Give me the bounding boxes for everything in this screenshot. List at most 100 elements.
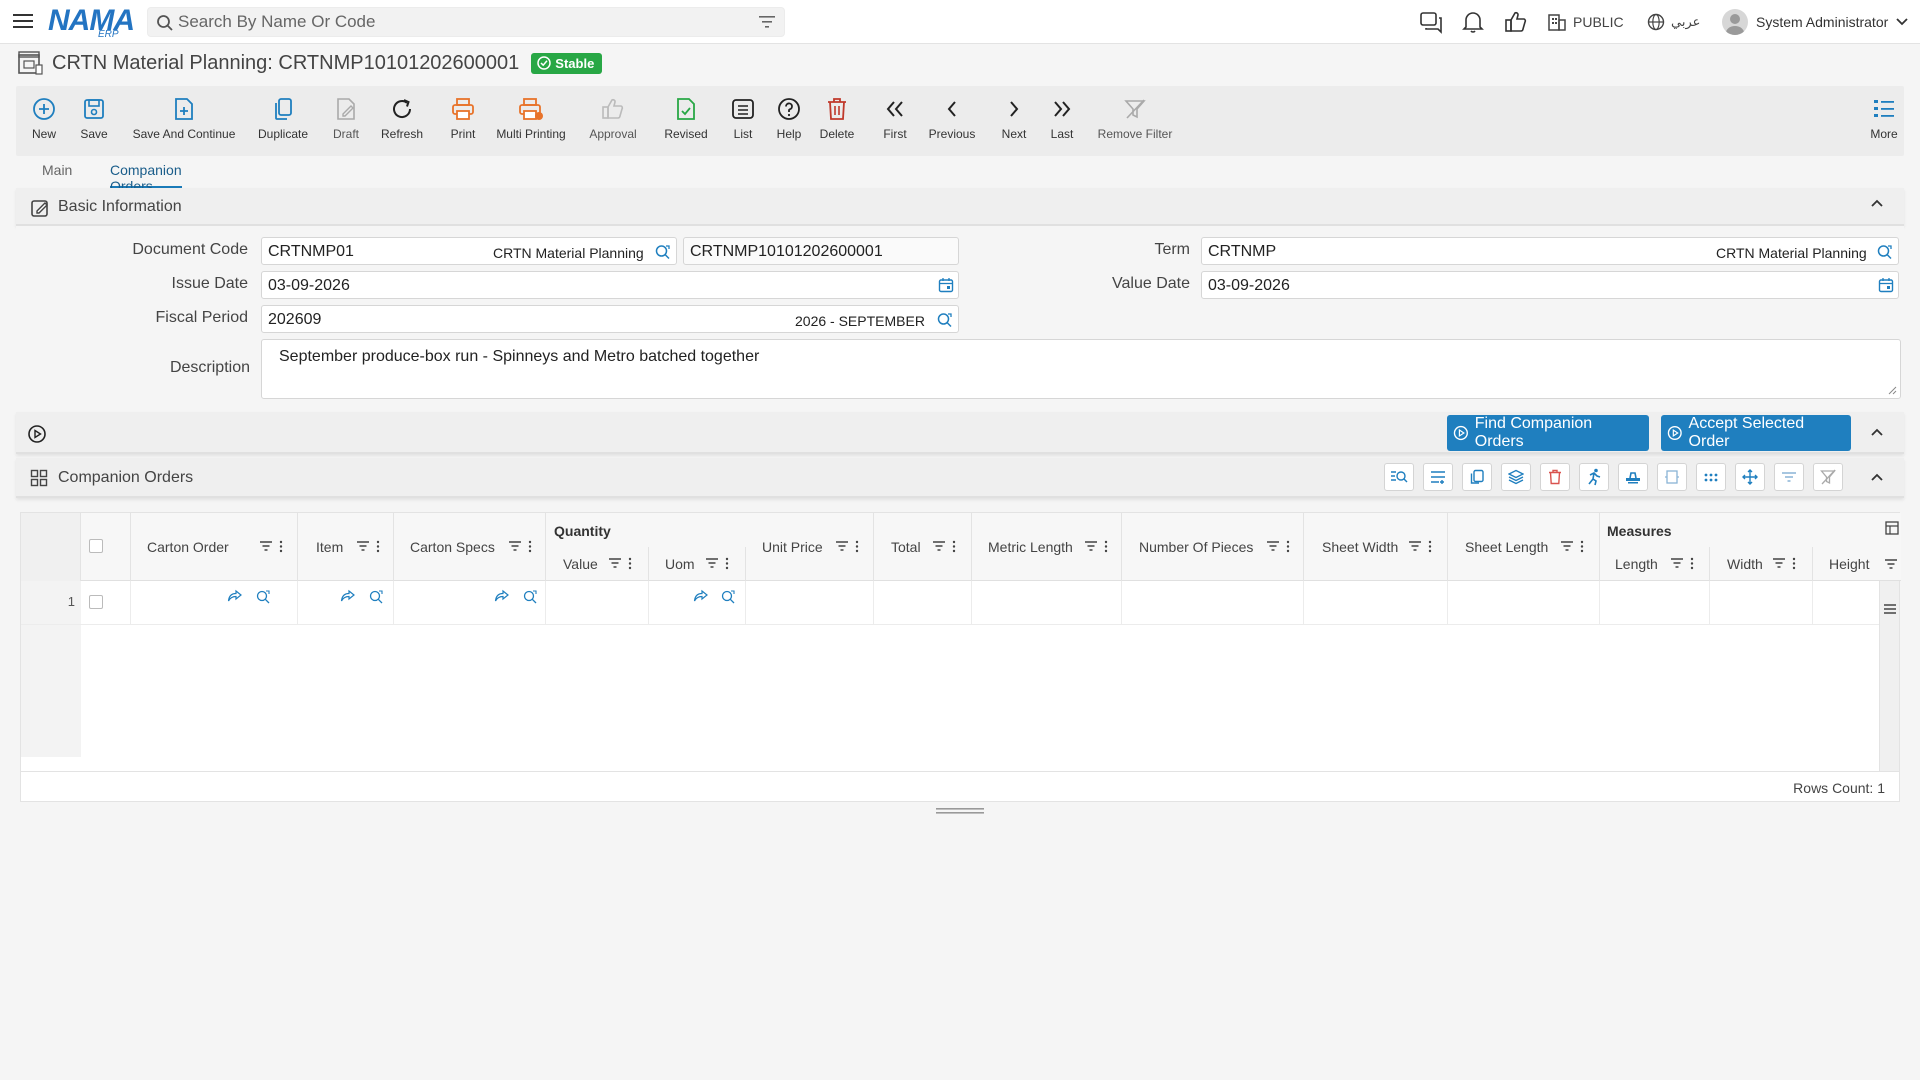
column-sheet-length[interactable]: Sheet Length — [1448, 513, 1600, 581]
column-total[interactable]: Total — [874, 513, 972, 581]
column-filter-icon[interactable] — [1560, 540, 1588, 554]
chat-icon[interactable] — [1419, 10, 1443, 34]
column-carton-specs[interactable]: Carton Specs — [394, 513, 546, 581]
measures-height-cell[interactable] — [1813, 581, 1881, 625]
save-button[interactable]: Save — [76, 86, 112, 156]
duplicate-button[interactable]: Duplicate — [256, 86, 310, 156]
column-measures-width[interactable]: Width — [1710, 547, 1813, 581]
language-switch[interactable]: عربي — [1647, 10, 1700, 34]
find-companion-orders-button[interactable]: Find Companion Orders — [1447, 415, 1649, 451]
grid-delete-button[interactable] — [1540, 463, 1570, 491]
document-number-field[interactable]: CRTNMP10101202600001 — [683, 237, 959, 265]
term-field[interactable]: CRTNMP CRTN Material Planning — [1201, 237, 1899, 265]
lookup-search-icon[interactable] — [522, 589, 538, 605]
lookup-search-icon[interactable] — [720, 589, 736, 605]
row-checkbox[interactable] — [89, 595, 103, 609]
grid-stamp-button[interactable] — [1618, 463, 1648, 491]
column-filter-icon[interactable] — [705, 557, 733, 571]
column-metric-length[interactable]: Metric Length — [972, 513, 1122, 581]
more-button[interactable]: More — [1868, 86, 1900, 156]
column-filter-icon[interactable] — [1408, 540, 1436, 554]
lookup-search-icon[interactable] — [654, 243, 672, 261]
resize-splitter-icon[interactable] — [936, 808, 984, 814]
lookup-search-icon[interactable] — [368, 589, 384, 605]
select-all-checkbox[interactable] — [89, 539, 103, 553]
thumbs-up-icon[interactable] — [1504, 10, 1528, 34]
header-filter-icon[interactable] — [1884, 558, 1898, 570]
calendar-icon[interactable] — [938, 277, 954, 293]
number-of-pieces-cell[interactable] — [1122, 581, 1304, 625]
column-filter-icon[interactable] — [835, 540, 863, 554]
share-icon[interactable] — [227, 589, 243, 603]
grid-layers-button[interactable] — [1501, 463, 1531, 491]
column-filter-icon[interactable] — [1084, 540, 1112, 554]
quantity-value-cell[interactable] — [546, 581, 649, 625]
grid-filter-button[interactable] — [1774, 463, 1804, 491]
help-button[interactable]: Help — [772, 86, 806, 156]
vertical-scrollbar[interactable] — [1879, 581, 1899, 771]
nama-logo[interactable]: NAMA ERP — [48, 4, 135, 40]
carton-specs-cell[interactable] — [394, 581, 546, 625]
last-button[interactable]: Last — [1045, 86, 1079, 156]
multi-printing-button[interactable]: Multi Printing — [494, 86, 568, 156]
print-button[interactable]: Print — [445, 86, 481, 156]
column-quantity-uom[interactable]: Uom — [649, 547, 746, 581]
column-item[interactable]: Item — [298, 513, 394, 581]
sheet-width-cell[interactable] — [1304, 581, 1448, 625]
column-measures-height[interactable]: Height — [1813, 547, 1881, 581]
issue-date-field[interactable]: 03-09-2026 — [261, 271, 959, 299]
save-and-continue-button[interactable]: Save And Continue — [130, 86, 238, 156]
document-code-field[interactable]: CRTNMP01 CRTN Material Planning — [261, 237, 677, 265]
grid-copy-button[interactable] — [1462, 463, 1492, 491]
column-quantity-value[interactable]: Value — [546, 547, 649, 581]
item-cell[interactable] — [298, 581, 394, 625]
share-icon[interactable] — [340, 589, 356, 603]
sheet-length-cell[interactable] — [1448, 581, 1600, 625]
measures-length-cell[interactable] — [1600, 581, 1710, 625]
chevron-up-icon[interactable] — [1870, 472, 1884, 482]
accept-selected-order-button[interactable]: Accept Selected Order — [1661, 415, 1851, 451]
column-filter-icon[interactable] — [1266, 540, 1294, 554]
delete-button[interactable]: Delete — [816, 86, 858, 156]
total-cell[interactable] — [874, 581, 972, 625]
column-filter-icon[interactable] — [356, 540, 384, 554]
share-icon[interactable] — [494, 589, 510, 603]
share-icon[interactable] — [693, 589, 709, 603]
value-date-field[interactable]: 03-09-2026 — [1201, 271, 1899, 299]
grid-remove-filter-button[interactable] — [1813, 463, 1843, 491]
unit-price-cell[interactable] — [746, 581, 874, 625]
column-carton-order[interactable]: Carton Order — [131, 513, 298, 581]
grid-fit-width-button[interactable] — [1657, 463, 1687, 491]
next-button[interactable]: Next — [997, 86, 1031, 156]
new-button[interactable]: New — [26, 86, 62, 156]
grid-add-row-button[interactable] — [1423, 463, 1453, 491]
play-circle-icon[interactable] — [27, 424, 47, 444]
search-input[interactable] — [178, 11, 738, 33]
lookup-search-icon[interactable] — [1876, 243, 1894, 261]
column-unit-price[interactable]: Unit Price — [746, 513, 874, 581]
list-button[interactable]: List — [726, 86, 760, 156]
measures-width-cell[interactable] — [1710, 581, 1813, 625]
row-menu-icon[interactable] — [1883, 603, 1897, 615]
description-textarea[interactable]: September produce-box run - Spinneys and… — [261, 339, 1901, 399]
column-measures-length[interactable]: Length — [1600, 547, 1710, 581]
basic-information-header[interactable]: Basic Information — [16, 188, 1904, 226]
draft-button[interactable]: Draft — [328, 86, 364, 156]
lookup-search-icon[interactable] — [936, 311, 954, 329]
carton-order-cell[interactable] — [131, 581, 298, 625]
approval-button[interactable]: Approval — [586, 86, 640, 156]
menu-icon[interactable] — [12, 11, 36, 33]
column-number-of-pieces[interactable]: Number Of Pieces — [1122, 513, 1304, 581]
user-menu[interactable]: System Administrator — [1722, 8, 1908, 36]
column-sheet-width[interactable]: Sheet Width — [1304, 513, 1448, 581]
grid-dots-button[interactable] — [1696, 463, 1726, 491]
filter-icon[interactable] — [758, 15, 776, 29]
grid-run-button[interactable] — [1579, 463, 1609, 491]
column-filter-icon[interactable] — [508, 540, 536, 554]
refresh-button[interactable]: Refresh — [379, 86, 425, 156]
metric-length-cell[interactable] — [972, 581, 1122, 625]
previous-button[interactable]: Previous — [926, 86, 978, 156]
company-selector[interactable]: PUBLIC — [1547, 10, 1624, 34]
column-chooser-icon[interactable] — [1885, 521, 1899, 535]
calendar-icon[interactable] — [1878, 277, 1894, 293]
